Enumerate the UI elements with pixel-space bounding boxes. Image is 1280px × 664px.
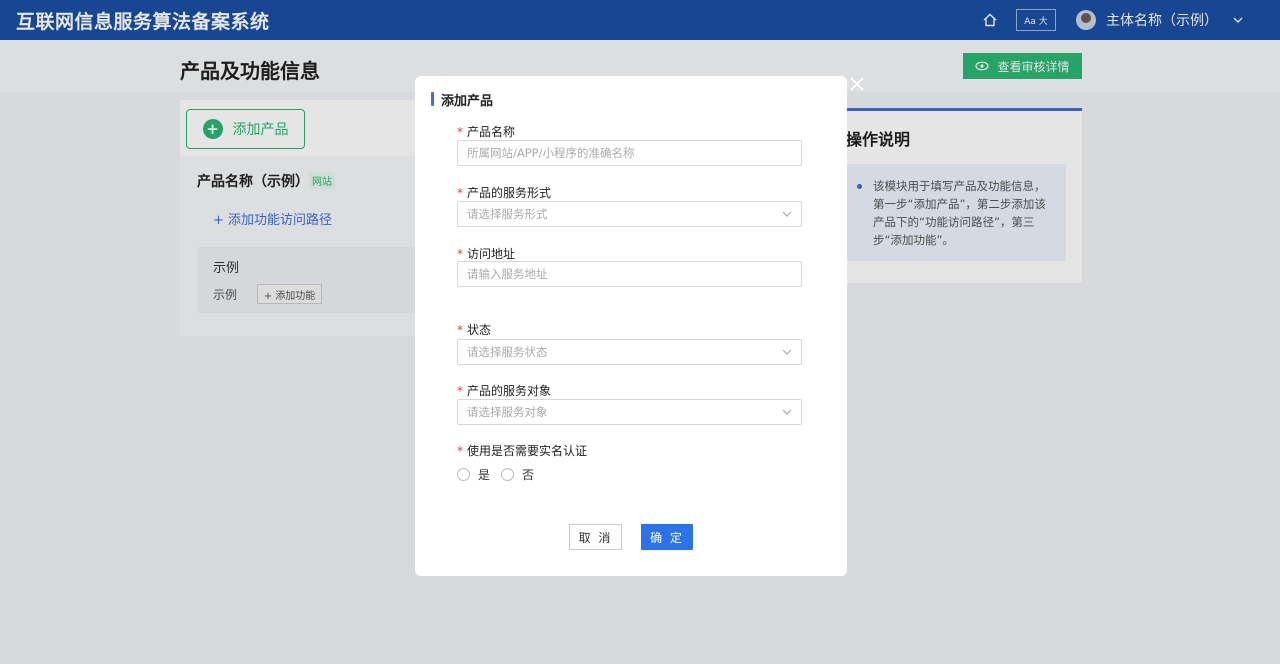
radio-no-label: 否 xyxy=(522,468,535,482)
product-name-label: * 产品名称 xyxy=(457,125,516,139)
radio-no[interactable]: 否 xyxy=(501,466,534,483)
status-label: * 状态 xyxy=(457,323,492,337)
status-select[interactable]: 请选择服务状态 xyxy=(457,339,802,365)
service-target-label: * 产品的服务对象 xyxy=(457,384,552,398)
access-url-label: * 访问地址 xyxy=(457,247,516,261)
confirm-button[interactable]: 确 定 xyxy=(641,524,693,550)
cancel-button[interactable]: 取 消 xyxy=(569,524,622,550)
close-icon[interactable] xyxy=(849,76,865,92)
required-mark: * xyxy=(457,186,463,200)
radio-yes-label: 是 xyxy=(478,468,491,482)
service-form-select[interactable]: 请选择服务形式 xyxy=(457,201,802,227)
radio-circle[interactable] xyxy=(501,468,514,481)
service-target-select[interactable]: 请选择服务对象 xyxy=(457,399,802,425)
real-name-label: * 使用是否需要实名认证 xyxy=(457,444,588,458)
chevron-down-icon xyxy=(782,211,792,217)
required-mark: * xyxy=(457,384,463,398)
service-form-placeholder: 请选择服务形式 xyxy=(467,207,548,221)
required-mark: * xyxy=(457,323,463,337)
chevron-down-icon xyxy=(782,409,792,415)
status-placeholder: 请选择服务状态 xyxy=(467,345,548,359)
required-mark: * xyxy=(457,247,463,261)
add-product-dialog: 添加产品 *产品名称 *产品的服务形式 请选择服务形式 *访问地址 *状态 请选… xyxy=(415,76,847,576)
access-url-input[interactable] xyxy=(457,261,802,287)
radio-circle[interactable] xyxy=(457,468,470,481)
service-target-placeholder: 请选择服务对象 xyxy=(467,405,548,419)
product-name-input[interactable] xyxy=(457,140,802,166)
radio-yes[interactable]: 是 xyxy=(457,466,490,483)
required-mark: * xyxy=(457,444,463,458)
dialog-title: 添加产品 xyxy=(441,94,494,109)
title-accent-bar xyxy=(431,92,434,106)
chevron-down-icon xyxy=(782,349,792,355)
service-form-label: * 产品的服务形式 xyxy=(457,186,552,200)
required-mark: * xyxy=(457,125,463,139)
